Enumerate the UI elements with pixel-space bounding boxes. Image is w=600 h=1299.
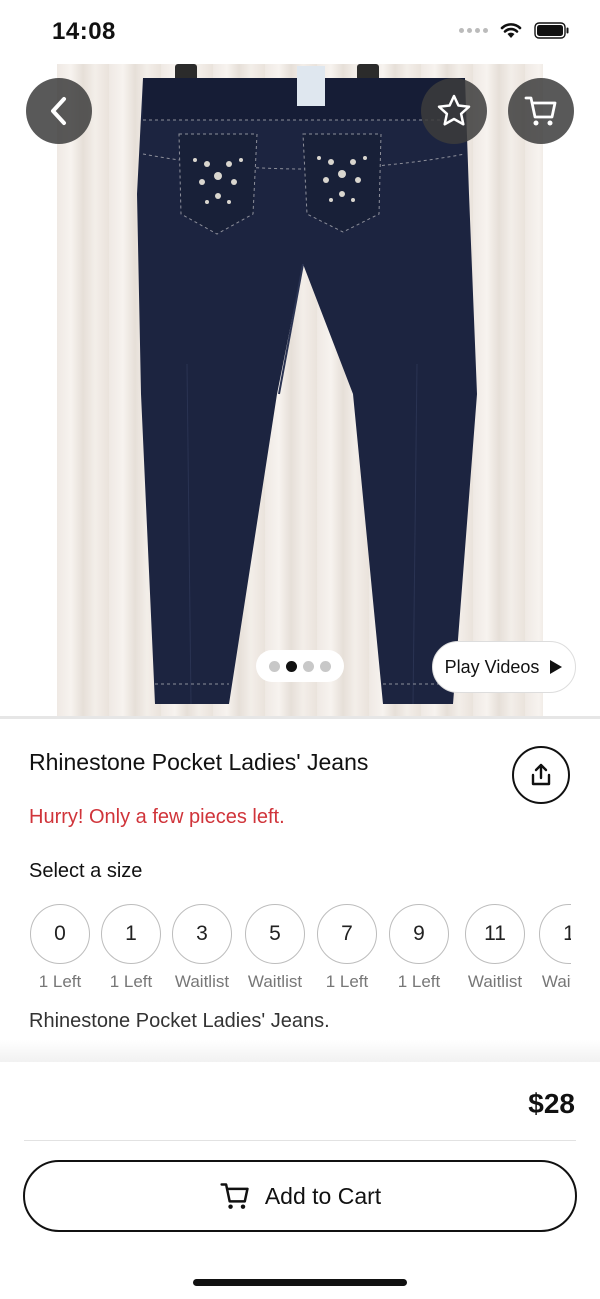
size-circle[interactable]: 7 [317, 904, 377, 964]
status-time: 14:08 [52, 18, 116, 45]
pager-dot[interactable] [269, 660, 280, 672]
size-circle[interactable]: 11 [465, 904, 525, 964]
size-option[interactable]: 1 Waitlist [531, 904, 571, 992]
size-option[interactable]: 9 1 Left [381, 904, 457, 992]
pager-dot[interactable] [303, 660, 314, 672]
share-icon [531, 763, 551, 786]
chevron-left-icon [51, 97, 66, 125]
stock-warning: Hurry! Only a few pieces left. [29, 806, 285, 828]
status-bar: 14:08 [0, 0, 600, 64]
share-button[interactable] [512, 746, 570, 804]
divider [0, 716, 600, 719]
product-image-carousel[interactable] [0, 64, 600, 716]
add-to-cart-button[interactable]: Add to Cart [23, 1160, 577, 1232]
add-to-cart-label: Add to Cart [264, 1182, 382, 1209]
star-icon [437, 94, 471, 126]
size-circle[interactable]: 5 [245, 904, 305, 964]
product-price: $28 [528, 1088, 575, 1119]
size-option[interactable]: 11 Waitlist [457, 904, 533, 992]
size-circle[interactable]: 3 [172, 904, 232, 964]
play-videos-label: Play Videos [444, 656, 540, 677]
product-title: Rhinestone Pocket Ladies' Jeans [29, 749, 369, 775]
status-icons [459, 22, 570, 39]
size-circle[interactable]: 1 [101, 904, 161, 964]
play-videos-button[interactable]: Play Videos [432, 641, 576, 693]
product-description: Rhinestone Pocket Ladies' Jeans. [29, 1010, 330, 1032]
pager-dot-active[interactable] [286, 660, 297, 672]
size-availability: Waitlist [247, 972, 303, 991]
wifi-icon [500, 23, 522, 38]
size-circle[interactable]: 9 [389, 904, 449, 964]
battery-icon [534, 22, 569, 39]
bottom-panel-shadow [0, 1040, 600, 1064]
select-size-label: Select a size [29, 860, 143, 882]
size-option[interactable]: 0 1 Left [22, 904, 98, 992]
size-availability: 1 Left [109, 972, 153, 991]
image-pager[interactable] [256, 650, 344, 682]
size-availability: Waitlist [467, 972, 523, 991]
size-circle[interactable]: 1 [539, 904, 571, 964]
size-availability: Waitlist [541, 972, 571, 991]
size-option[interactable]: 7 1 Left [309, 904, 385, 992]
pager-dot[interactable] [320, 660, 331, 672]
play-icon [550, 660, 563, 674]
divider [24, 1140, 576, 1141]
home-indicator[interactable] [193, 1279, 407, 1286]
size-availability: 1 Left [325, 972, 369, 991]
size-circle[interactable]: 0 [30, 904, 90, 964]
product-photo[interactable] [57, 64, 543, 716]
size-option[interactable]: 3 Waitlist [164, 904, 240, 992]
size-selector[interactable]: 0 1 Left 1 1 Left 3 Waitlist 5 Waitlist … [0, 904, 571, 1000]
cart-button[interactable] [508, 78, 574, 144]
cellular-signal-icon [459, 28, 488, 33]
favorite-button[interactable] [421, 78, 487, 144]
shopping-cart-icon [524, 96, 557, 126]
size-availability: 1 Left [397, 972, 441, 991]
back-button[interactable] [26, 78, 92, 144]
size-option[interactable]: 1 1 Left [93, 904, 169, 992]
size-option[interactable]: 5 Waitlist [237, 904, 313, 992]
shopping-cart-icon [220, 1183, 249, 1209]
size-availability: 1 Left [38, 972, 82, 991]
size-availability: Waitlist [174, 972, 230, 991]
